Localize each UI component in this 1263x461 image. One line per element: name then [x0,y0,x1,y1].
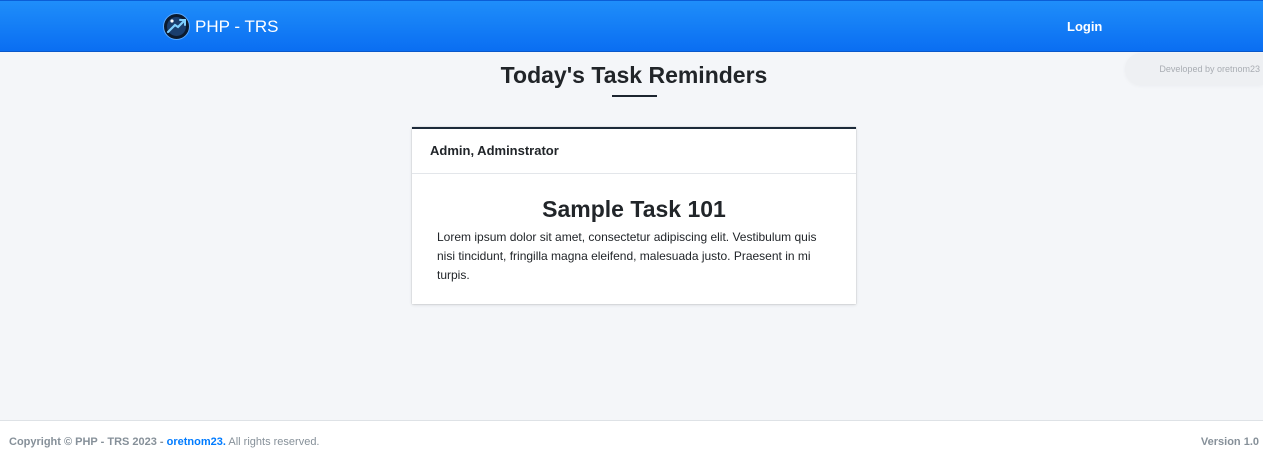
login-link[interactable]: Login [1067,18,1102,36]
task-description: Lorem ipsum dolor sit amet, consectetur … [437,230,817,282]
rights-text: All rights reserved. [225,436,320,448]
copyright-text: Copyright © PHP - TRS 2023 - [9,436,167,448]
task-card-header: Admin, Adminstrator [412,129,856,174]
top-navbar: PHP - TRS Login [0,0,1263,52]
task-title: Sample Task 101 [542,196,726,222]
brand-logo-icon [163,13,190,40]
version-label: Version 1.0 [1200,436,1259,448]
task-card: Admin, Adminstrator Sample Task 101 Lore… [412,127,856,304]
author-link[interactable]: oretnom23. [167,436,226,448]
page: PHP - TRS Login Developed by oretnom23 T… [0,0,1263,461]
page-footer: Copyright © PHP - TRS 2023 - oretnom23. … [0,420,1263,461]
brand-link[interactable]: PHP - TRS [163,13,278,40]
footer-copyright: Copyright © PHP - TRS 2023 - oretnom23. … [9,421,320,461]
task-card-body: Sample Task 101 Lorem ipsum dolor sit am… [412,174,856,285]
page-title: Today's Task Reminders [500,62,768,88]
title-underline-divider [612,95,657,97]
brand-title: PHP - TRS [195,17,279,36]
